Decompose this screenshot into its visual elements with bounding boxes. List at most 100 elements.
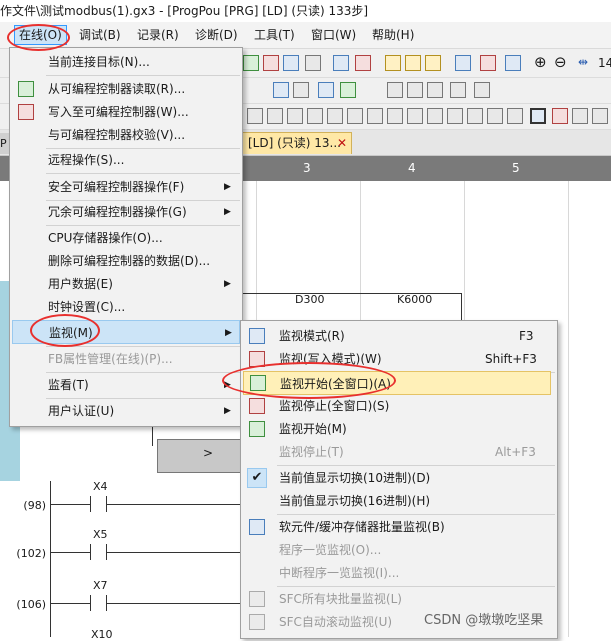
- menu-item-label: SFC所有块批量监视(L): [279, 592, 402, 606]
- menu-item-clock-setting[interactable]: 时钟设置(C)...: [10, 295, 242, 319]
- menu-help[interactable]: 帮助(H): [368, 26, 418, 44]
- contact-x4[interactable]: [90, 496, 91, 512]
- step-out-toolbar-icon[interactable]: [425, 55, 441, 71]
- rung-line: [461, 293, 462, 323]
- menu-tools[interactable]: 工具(T): [250, 26, 299, 44]
- ladder-f-toolbar-icon[interactable]: [347, 108, 363, 124]
- rung-line: [106, 552, 240, 553]
- annotation-circle: [30, 314, 100, 347]
- read-from-plc-icon: [18, 81, 34, 97]
- ladder-d-toolbar-icon[interactable]: [307, 108, 323, 124]
- menu-item-label: 从可编程控制器读取(R)...: [48, 82, 186, 96]
- cross-ref-toolbar-icon[interactable]: [318, 82, 334, 98]
- more-toolbar-icon[interactable]: [474, 82, 490, 98]
- step-number: (98): [23, 499, 46, 512]
- list-toolbar-icon[interactable]: [387, 82, 403, 98]
- menu-item-label: 监视停止(T): [279, 445, 344, 459]
- search-toolbar-icon[interactable]: [273, 82, 289, 98]
- menu-item-fb-property: FB属性管理(在线)(P)...: [10, 347, 242, 371]
- menu-debug[interactable]: 调试(B): [75, 26, 125, 44]
- menu-item-display-hex[interactable]: 当前值显示切换(16进制)(H): [241, 489, 557, 513]
- step-in-toolbar-icon[interactable]: [405, 55, 421, 71]
- menu-item-safety-plc[interactable]: 安全可编程控制器操作(F) ▶: [10, 175, 242, 199]
- menu-item-delete-plc-data[interactable]: 删除可编程控制器的数据(D)...: [10, 249, 242, 273]
- column-number: 3: [303, 161, 311, 175]
- verify-toolbar-icon[interactable]: [283, 55, 299, 71]
- step-toolbar-icon[interactable]: [385, 55, 401, 71]
- ladder-e-toolbar-icon[interactable]: [327, 108, 343, 124]
- menu-item-monitor-mode[interactable]: 监视模式(R) F3: [241, 324, 557, 348]
- ladder-g-toolbar-icon[interactable]: [367, 108, 383, 124]
- ladder-k-toolbar-icon[interactable]: [447, 108, 463, 124]
- ladder-p-toolbar-icon[interactable]: [592, 108, 608, 124]
- ladder-l-toolbar-icon[interactable]: [467, 108, 483, 124]
- device-toolbar-icon[interactable]: [505, 55, 521, 71]
- menu-window[interactable]: 窗口(W): [307, 26, 360, 44]
- menu-item-verify-plc[interactable]: 与可编程控制器校验(V)...: [10, 123, 242, 147]
- menu-item-redundant-plc[interactable]: 冗余可编程控制器操作(G) ▶: [10, 200, 242, 224]
- read-plc-toolbar-icon[interactable]: [243, 55, 259, 71]
- tab-ld-readonly[interactable]: [LD] (只读) 13... ✕: [242, 132, 352, 154]
- close-icon[interactable]: ✕: [337, 133, 347, 153]
- compare-instruction[interactable]: >: [157, 439, 241, 473]
- contact-x7[interactable]: [90, 595, 91, 611]
- menu-item-sfc-batch-monitor: SFC所有块批量监视(L): [241, 587, 557, 611]
- monitor-start-icon: [249, 421, 265, 437]
- menu-item-label: 程序一览监视(O)...: [279, 543, 382, 557]
- window-close-toolbar-icon[interactable]: [480, 55, 496, 71]
- menu-item-remote-operation[interactable]: 远程操作(S)...: [10, 148, 242, 172]
- menu-item-label: SFC自动滚动监视(U): [279, 615, 393, 629]
- column-number: 4: [408, 161, 416, 175]
- menu-item-cpu-memory[interactable]: CPU存储器操作(O)...: [10, 226, 242, 250]
- ladder-j-toolbar-icon[interactable]: [427, 108, 443, 124]
- ladder-m-toolbar-icon[interactable]: [487, 108, 503, 124]
- monitor-toolbar-icon[interactable]: [305, 55, 321, 71]
- table-toolbar-icon[interactable]: [427, 82, 443, 98]
- menu-item-display-decimal[interactable]: ✔ 当前值显示切换(10进制)(D): [241, 466, 557, 490]
- menu-item-monitor-start[interactable]: 监视开始(M): [241, 417, 557, 441]
- dev-toolbar-icon[interactable]: [333, 55, 349, 71]
- menu-item-label: 用户认证(U): [48, 404, 115, 418]
- ladder-n-toolbar-icon[interactable]: [507, 108, 523, 124]
- contact-x5[interactable]: [90, 544, 91, 560]
- write-plc-toolbar-icon[interactable]: [263, 55, 279, 71]
- annotation-circle: [222, 362, 396, 399]
- menu-item-label: 监看(T): [48, 378, 89, 392]
- ladder-o-toolbar-icon[interactable]: [572, 108, 588, 124]
- contact-label: X7: [93, 579, 108, 592]
- menu-item-user-data[interactable]: 用户数据(E) ▶: [10, 272, 242, 296]
- window-title: 作文件\测试modbus(1).gx3 - [ProgPou [PRG] [LD…: [0, 0, 611, 22]
- menu-item-connection-target[interactable]: 当前连接目标(N)...: [10, 50, 242, 74]
- grid-toolbar-icon[interactable]: [407, 82, 423, 98]
- menu-record[interactable]: 记录(R): [133, 26, 183, 44]
- monitor-stop-all-icon: [249, 398, 265, 414]
- zoom-fit-icon[interactable]: ⇹: [578, 54, 588, 70]
- ladder-c-toolbar-icon[interactable]: [287, 108, 303, 124]
- shortcut-label: F3: [519, 329, 534, 343]
- menu-diagnose[interactable]: 诊断(D): [191, 26, 242, 44]
- menu-item-user-auth[interactable]: 用户认证(U) ▶: [10, 399, 242, 423]
- zoom-value[interactable]: 14: [598, 55, 611, 71]
- device-list-toolbar-icon[interactable]: [340, 82, 356, 98]
- zoom-out-icon[interactable]: ⊖: [554, 54, 567, 70]
- replace-toolbar-icon[interactable]: [293, 82, 309, 98]
- menu-item-read-from-plc[interactable]: 从可编程控制器读取(R)...: [10, 77, 242, 101]
- ladder-a-toolbar-icon[interactable]: [247, 108, 263, 124]
- menu-item-device-batch-monitor[interactable]: 软元件/缓冲存储器批量监视(B): [241, 515, 557, 539]
- ladder-h-toolbar-icon[interactable]: [387, 108, 403, 124]
- watermark: CSDN @墩墩吃坚果: [424, 613, 544, 628]
- ladder-b-toolbar-icon[interactable]: [267, 108, 283, 124]
- options-toolbar-icon[interactable]: [450, 82, 466, 98]
- menu-item-label: 当前值显示切换(16进制)(H): [279, 494, 431, 508]
- rung-line: [50, 552, 90, 553]
- menu-item-write-to-plc[interactable]: 写入至可编程控制器(W)...: [10, 100, 242, 124]
- window-toolbar-icon[interactable]: [455, 55, 471, 71]
- monitor-mode-toolbar-icon[interactable]: [530, 108, 546, 124]
- ladder-i-toolbar-icon[interactable]: [407, 108, 423, 124]
- step-number: (106): [16, 598, 46, 611]
- monitor-write-toolbar-icon[interactable]: [552, 108, 568, 124]
- zoom-in-icon[interactable]: ⊕: [534, 54, 547, 70]
- dev-stop-toolbar-icon[interactable]: [355, 55, 371, 71]
- menu-item-watch[interactable]: 监看(T) ▶: [10, 373, 242, 397]
- contact-label: X5: [93, 528, 108, 541]
